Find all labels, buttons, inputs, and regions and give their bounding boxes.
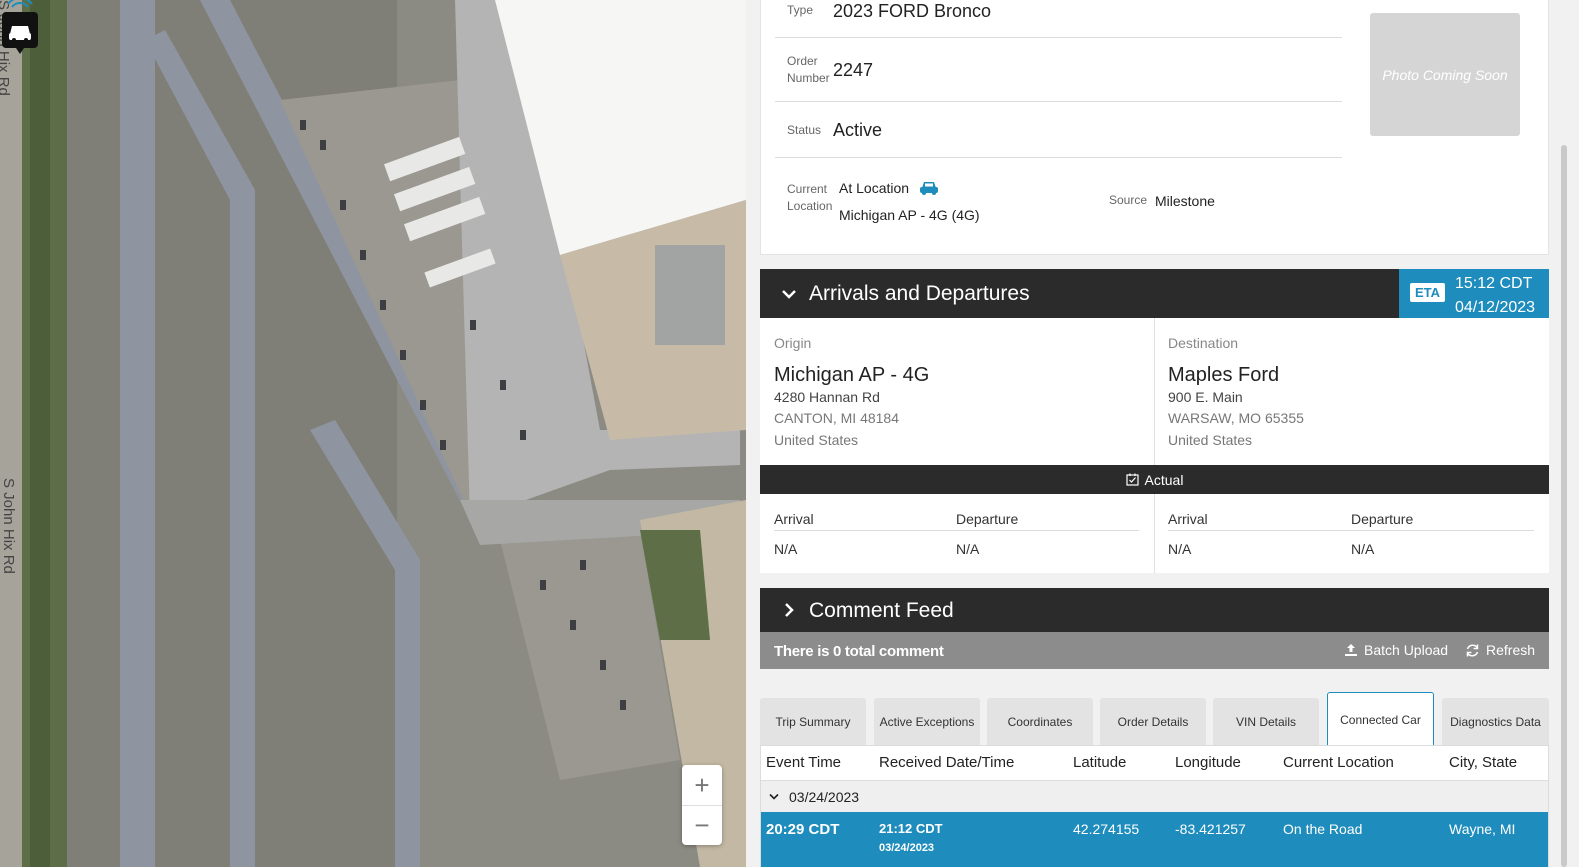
tab-active-exceptions[interactable]: Active Exceptions	[874, 698, 980, 745]
group-date: 03/24/2023	[789, 789, 860, 805]
order-number-value: 2247	[833, 60, 874, 80]
origin-heading: Origin	[774, 335, 812, 351]
destination-city: WARSAW, MO 65355	[1168, 410, 1304, 426]
origin-departure-label: Departure	[956, 511, 1019, 527]
eta-date: 04/12/2023	[1455, 299, 1536, 316]
upload-icon	[1345, 644, 1357, 656]
car-icon	[920, 182, 939, 195]
shipment-details-panel: Type 2023 FORD Bronco Order Number 2247 …	[746, 0, 1579, 867]
col-current-location[interactable]: Current Location	[1283, 754, 1394, 771]
order-label: Order Number	[787, 53, 830, 87]
type-label: Type	[787, 3, 814, 17]
origin-arrival-value: N/A	[774, 541, 798, 557]
refresh-label: Refresh	[1486, 642, 1536, 658]
longitude-cell: -83.421257	[1175, 821, 1246, 837]
satellite-map[interactable]: S John Hix Rd S John Hix Rd + −	[0, 0, 746, 867]
destination-heading: Destination	[1168, 335, 1239, 351]
calendar-check-icon	[1125, 473, 1139, 486]
order-label-line1: Order	[787, 54, 818, 68]
map-imagery	[0, 0, 746, 867]
actual-label: Actual	[1144, 471, 1184, 488]
column-divider	[1154, 318, 1155, 573]
origin-country: United States	[774, 432, 859, 448]
location-label-line2: Location	[787, 199, 833, 213]
type-value: 2023 FORD Bronco	[833, 1, 992, 21]
tab-trip-summary[interactable]: Trip Summary	[760, 698, 866, 745]
origin-street: 4280 Hannan Rd	[774, 389, 880, 405]
current-location-cell: On the Road	[1283, 821, 1363, 837]
chevron-right-icon	[785, 603, 794, 617]
current-location-value: Michigan AP - 4G (4G)	[839, 207, 980, 223]
col-event-time[interactable]: Event Time	[766, 754, 841, 771]
road-label-bottom: S John Hix Rd	[0, 478, 17, 574]
comment-feed-title: Comment Feed	[809, 599, 954, 622]
arrivals-departures-card: Origin Michigan AP - 4G 4280 Hannan Rd C…	[760, 318, 1549, 573]
refresh-button[interactable]: Refresh	[1465, 642, 1535, 658]
order-label-line2: Number	[787, 71, 830, 85]
origin-city: CANTON, MI 48184	[774, 410, 900, 426]
dest-departure-value: N/A	[1351, 541, 1375, 557]
col-latitude[interactable]: Latitude	[1073, 754, 1126, 771]
chevron-down-icon	[782, 290, 796, 299]
eta-datetime: 15:12 CDT 04/12/2023	[1455, 272, 1535, 320]
comment-feed-header[interactable]: Comment Feed	[760, 588, 1549, 632]
comment-strip: There is 0 total comment Batch Upload Re…	[760, 632, 1549, 669]
zoom-in-button[interactable]: +	[682, 765, 722, 805]
actual-bar: Actual	[760, 465, 1549, 494]
batch-upload-button[interactable]: Batch Upload	[1344, 642, 1448, 658]
location-label-line1: Current	[787, 182, 828, 196]
destination-street: 900 E. Main	[1168, 389, 1243, 405]
origin-arrival-label: Arrival	[774, 511, 814, 527]
destination-country: United States	[1168, 432, 1253, 448]
zoom-out-button[interactable]: −	[682, 805, 722, 845]
batch-upload-label: Batch Upload	[1364, 642, 1449, 658]
city-state-cell: Wayne, MI	[1449, 821, 1516, 837]
dest-arrival-value: N/A	[1168, 541, 1192, 557]
tab-order-details[interactable]: Order Details	[1100, 698, 1206, 745]
tab-vin-details[interactable]: VIN Details	[1213, 698, 1319, 745]
order-row: Order Number 2247	[775, 38, 1342, 102]
location-status-text: At Location	[839, 180, 910, 196]
eta-time: 15:12 CDT	[1455, 275, 1533, 292]
chevron-down-icon	[769, 793, 779, 800]
vehicle-photo-placeholder: Photo Coming Soon	[1370, 13, 1520, 136]
event-time-cell: 20:29 CDT	[766, 821, 840, 838]
status-value: Active	[833, 120, 883, 140]
connected-car-table: Event Time Received Date/Time Latitude L…	[760, 745, 1549, 867]
dest-departure-label: Departure	[1351, 511, 1414, 527]
location-status: At Location	[839, 180, 939, 196]
origin-underline	[774, 530, 1139, 531]
connected-car-marker-icon[interactable]	[0, 0, 40, 54]
date-group-row[interactable]: 03/24/2023	[761, 780, 1548, 812]
latitude-cell: 42.274155	[1073, 821, 1140, 837]
origin-name: Michigan AP - 4G	[774, 364, 930, 386]
col-received-datetime[interactable]: Received Date/Time	[879, 754, 1014, 771]
received-date-cell: 03/24/2023	[879, 842, 935, 854]
col-longitude[interactable]: Longitude	[1175, 754, 1241, 771]
current-location-label: Current Location	[787, 181, 832, 215]
type-row: Type 2023 FORD Bronco	[775, 0, 1342, 38]
arrivals-title: Arrivals and Departures	[809, 282, 1030, 305]
eta-box: ETA 15:12 CDT 04/12/2023	[1399, 269, 1549, 318]
source-label: Source	[1109, 193, 1148, 207]
source-value: Milestone	[1155, 193, 1215, 209]
refresh-icon	[1466, 643, 1479, 657]
origin-departure-value: N/A	[956, 541, 980, 557]
comment-count: There is 0 total comment	[774, 643, 944, 660]
map-zoom-control: + −	[682, 765, 722, 845]
status-label: Status	[787, 123, 822, 137]
vehicle-info-card: Type 2023 FORD Bronco Order Number 2247 …	[760, 0, 1549, 255]
destination-name: Maples Ford	[1168, 364, 1280, 386]
dest-underline	[1168, 530, 1534, 531]
tab-coordinates[interactable]: Coordinates	[987, 698, 1093, 745]
status-row: Status Active	[775, 102, 1342, 158]
panel-scrollbar[interactable]	[1561, 145, 1567, 867]
col-city-state[interactable]: City, State	[1449, 754, 1517, 771]
tab-diagnostics-data[interactable]: Diagnostics Data	[1442, 698, 1549, 745]
eta-badge: ETA	[1410, 283, 1446, 302]
tab-connected-car[interactable]: Connected Car	[1327, 692, 1434, 746]
received-time-cell: 21:12 CDT	[879, 821, 943, 836]
dest-arrival-label: Arrival	[1168, 511, 1208, 527]
table-row[interactable]: 20:29 CDT 21:12 CDT 03/24/2023 42.274155…	[761, 812, 1548, 867]
